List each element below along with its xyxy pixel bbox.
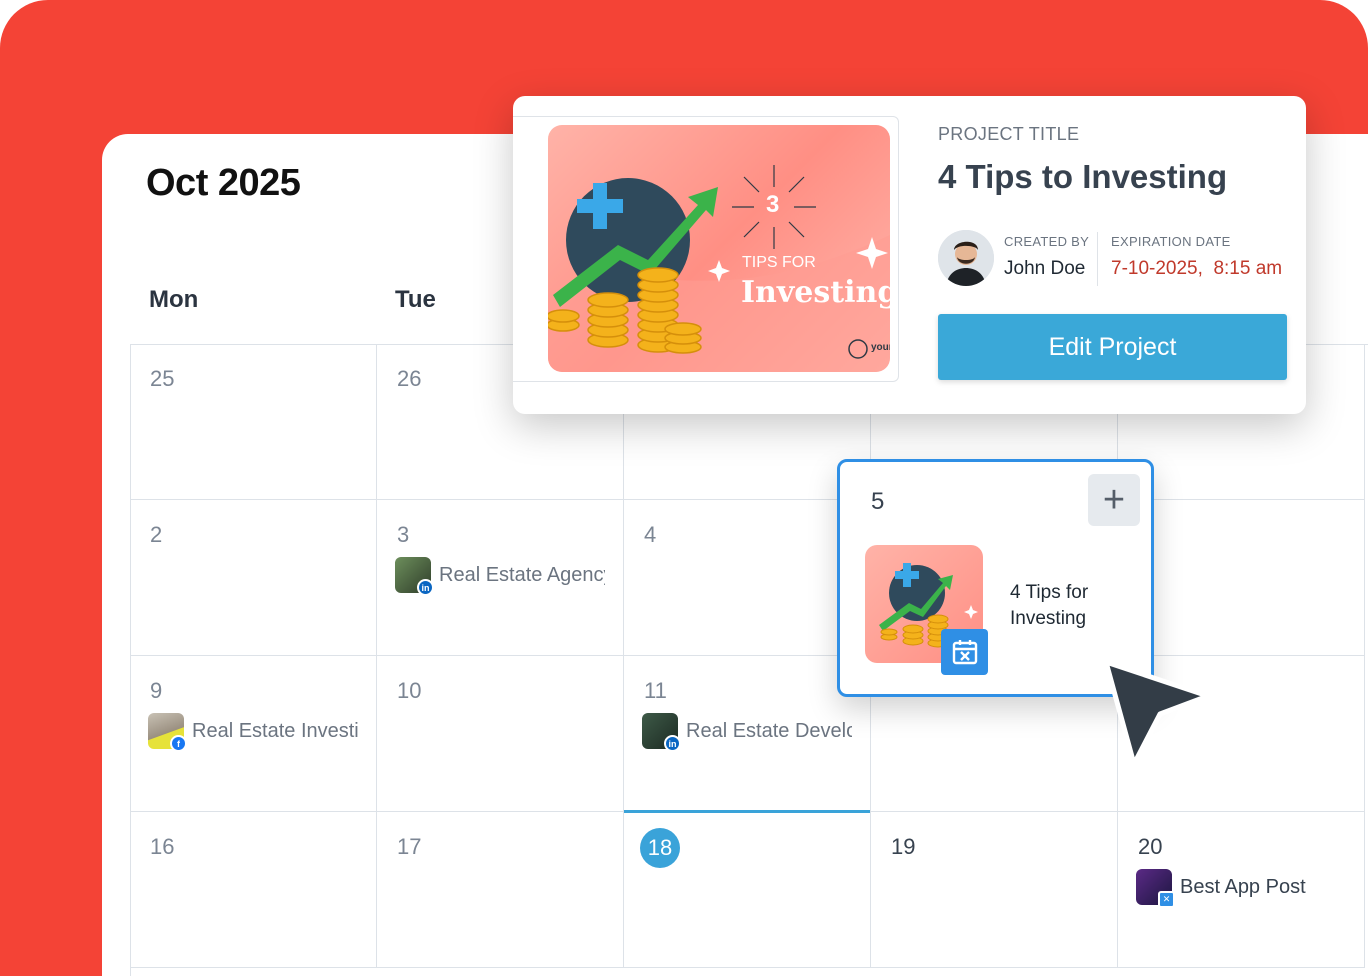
weekday-tue: Tue bbox=[395, 286, 436, 313]
created-by-value: John Doe bbox=[1004, 258, 1086, 279]
created-by-label: CREATED BY bbox=[1004, 234, 1090, 249]
day-cell[interactable]: 4 bbox=[624, 500, 871, 656]
day-number: 3 bbox=[397, 522, 410, 547]
day-number: 16 bbox=[150, 834, 175, 859]
meta-divider bbox=[1097, 232, 1098, 286]
linkedin-icon: in bbox=[417, 579, 434, 594]
today-indicator-line bbox=[624, 810, 870, 813]
day-cell[interactable]: 20 ✕ Best App Post bbox=[1118, 812, 1365, 968]
edit-project-button[interactable]: Edit Project bbox=[938, 314, 1287, 380]
day-number: 20 bbox=[1138, 834, 1163, 859]
project-title-label: PROJECT TITLE bbox=[938, 124, 1080, 144]
linkedin-icon: in bbox=[664, 735, 681, 750]
post-title: Real Estate Agency bbox=[439, 563, 605, 586]
day-cell[interactable]: 17 bbox=[377, 812, 624, 968]
day-cell[interactable]: 3 in Real Estate Agency bbox=[377, 500, 624, 656]
day-cell[interactable]: 11 in Real Estate Development bbox=[624, 656, 871, 812]
add-post-button[interactable]: + bbox=[1088, 474, 1140, 526]
expiration-date-label: EXPIRATION DATE bbox=[1111, 234, 1231, 249]
day-cell[interactable]: 10 bbox=[377, 656, 624, 812]
user-avatar-icon bbox=[938, 230, 994, 286]
mouse-pointer-icon bbox=[1103, 659, 1211, 767]
weekday-mon: Mon bbox=[149, 286, 199, 313]
image-caption-line1: TIPS FOR bbox=[742, 254, 816, 271]
day-number: 25 bbox=[150, 366, 175, 391]
scheduled-post[interactable]: in Real Estate Agency bbox=[395, 556, 605, 594]
image-number: 3 bbox=[766, 191, 780, 218]
post-title: Best App Post bbox=[1180, 875, 1306, 898]
post-thumbnail: ✕ bbox=[1136, 869, 1175, 906]
scheduled-post[interactable]: in Real Estate Development bbox=[642, 712, 852, 750]
post-title: Real Estate Development bbox=[686, 719, 852, 742]
day-cell[interactable]: 19 bbox=[871, 812, 1118, 968]
plus-icon: + bbox=[1102, 478, 1126, 521]
today-marker: 18 bbox=[640, 828, 680, 868]
day-number: 9 bbox=[150, 678, 163, 703]
avatar bbox=[938, 230, 994, 286]
post-title: Real Estate Investing bbox=[192, 719, 358, 742]
day-cell[interactable]: 16 bbox=[130, 812, 377, 968]
post-thumbnail: f bbox=[148, 713, 187, 750]
day-cell[interactable] bbox=[1118, 500, 1365, 656]
scheduled-post[interactable]: f Real Estate Investing bbox=[148, 712, 358, 750]
day-number: 4 bbox=[644, 522, 657, 547]
project-title: 4 Tips to Investing bbox=[938, 158, 1228, 195]
project-preview-image: 3 TIPS FOR Investing your bbox=[548, 125, 890, 372]
day-cell[interactable]: 25 bbox=[130, 344, 377, 500]
post-thumbnail: in bbox=[642, 713, 681, 750]
post-thumbnail: in bbox=[395, 557, 434, 594]
image-caption-line2: Investing bbox=[741, 275, 890, 310]
image-brand: your bbox=[871, 342, 890, 353]
day-number: 2 bbox=[150, 522, 163, 547]
day-cell[interactable]: 2 bbox=[130, 500, 377, 656]
day-number: 26 bbox=[397, 366, 422, 391]
day-number: 10 bbox=[397, 678, 422, 703]
day-number: 5 bbox=[871, 488, 885, 515]
expiration-date-value: 7-10-2025, 8:15 am bbox=[1111, 258, 1283, 279]
month-title: Oct 2025 bbox=[146, 162, 301, 204]
project-popup: 3 TIPS FOR Investing your PROJECT TITLE … bbox=[513, 96, 1306, 414]
day-number: 11 bbox=[644, 678, 667, 703]
day-cell[interactable]: 9 f Real Estate Investing bbox=[130, 656, 377, 812]
scheduled-calendar-icon bbox=[941, 629, 988, 675]
day-number: 17 bbox=[397, 834, 422, 859]
scheduled-calendar-icon: ✕ bbox=[1158, 891, 1175, 906]
scheduled-post[interactable]: ✕ Best App Post bbox=[1136, 868, 1346, 906]
day-cell-today[interactable]: 18 bbox=[624, 812, 871, 968]
post-title: 4 Tips for Investing bbox=[1010, 582, 1089, 629]
investing-illustration bbox=[548, 165, 890, 372]
day-number: 19 bbox=[891, 834, 916, 859]
facebook-icon: f bbox=[170, 735, 187, 750]
